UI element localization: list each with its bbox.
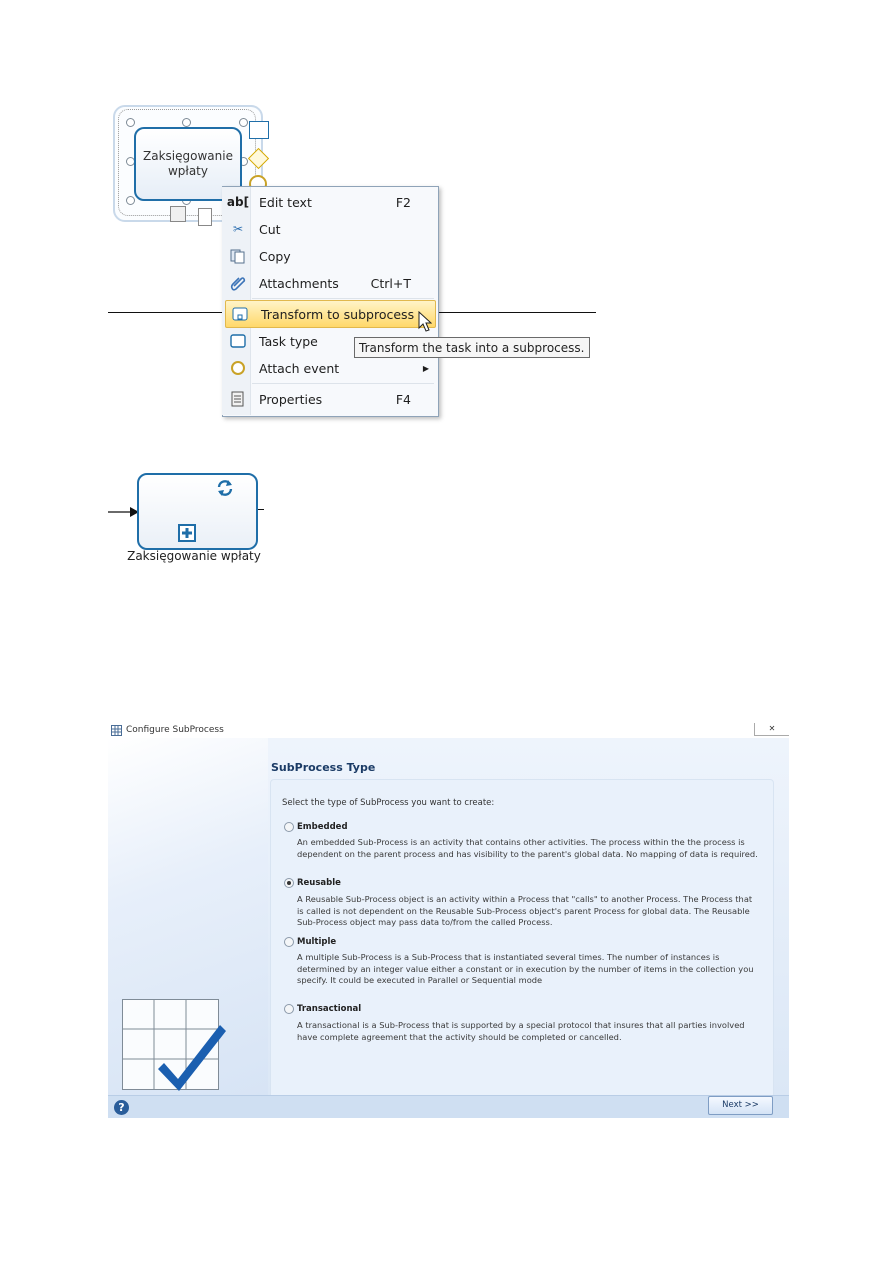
radio-multiple[interactable]	[284, 937, 294, 947]
help-icon[interactable]: ?	[114, 1100, 129, 1115]
quick-add-document-icon[interactable]	[198, 208, 212, 226]
submenu-arrow-icon: ▶	[422, 363, 429, 373]
option-label: Multiple	[297, 937, 337, 947]
subprocess-label: Zaksięgowanie wpłaty	[127, 549, 261, 563]
option-label: Transactional	[297, 1004, 362, 1014]
menu-item-label: Cut	[259, 221, 281, 237]
menu-item-shortcut: F2	[395, 194, 411, 210]
option-description: A Reusable Sub-Process object is an acti…	[297, 894, 753, 927]
menu-separator	[252, 298, 434, 299]
resize-handle[interactable]	[239, 118, 248, 127]
option-multiple[interactable]: Multiple	[284, 937, 336, 947]
option-description: An embedded Sub-Process is an activity t…	[297, 837, 758, 859]
radio-embedded[interactable]	[284, 822, 294, 832]
expand-plus-icon[interactable]	[178, 524, 196, 546]
close-button[interactable]: ✕	[754, 723, 789, 736]
option-label: Reusable	[297, 878, 341, 888]
scissors-icon: ✂	[232, 222, 244, 236]
menu-item-label: Transform to subprocess	[261, 306, 415, 322]
option-reusable[interactable]: Reusable	[284, 878, 341, 888]
resize-handle[interactable]	[126, 118, 135, 127]
paperclip-icon	[228, 274, 248, 292]
menu-item-transform-to-subprocess[interactable]: Transform to subprocess	[225, 300, 436, 328]
loop-icon	[215, 478, 235, 502]
dialog-footer	[108, 1095, 789, 1118]
event-circle-icon	[228, 359, 248, 377]
option-embedded[interactable]: Embedded	[284, 822, 348, 832]
resize-handle[interactable]	[126, 196, 135, 205]
menu-item-label: Edit text	[259, 194, 312, 210]
option-transactional[interactable]: Transactional	[284, 1004, 361, 1014]
menu-item-attachments[interactable]: Attachments Ctrl+T	[224, 270, 435, 296]
menu-item-label: Attach event	[259, 360, 340, 376]
menu-item-label: Properties	[259, 391, 323, 407]
menu-item-label: Copy	[259, 248, 291, 264]
dialog-titlebar: Configure SubProcess	[108, 723, 789, 738]
reusable-subprocess-node[interactable]	[137, 473, 258, 550]
sequence-flow-line-left	[108, 312, 223, 313]
menu-separator	[252, 383, 434, 384]
menu-item-edit-text[interactable]: ab[ Edit text F2	[224, 189, 435, 215]
menu-item-shortcut: F4	[395, 391, 411, 407]
quick-add-task-icon[interactable]	[249, 121, 269, 139]
quick-add-annotation-icon[interactable]	[170, 206, 186, 222]
task-label: Zaksięgowanie wpłaty	[143, 149, 233, 178]
incoming-flow-arrow	[108, 503, 140, 522]
next-button[interactable]: Next >>	[708, 1096, 773, 1115]
sequence-flow-line-right	[436, 312, 596, 313]
radio-reusable[interactable]	[284, 878, 294, 888]
menu-item-cut[interactable]: ✂ Cut	[224, 216, 435, 242]
option-description: A transactional is a Sub-Process that is…	[297, 1020, 745, 1042]
menu-item-label: Attachments	[259, 275, 339, 291]
copy-icon	[228, 247, 248, 265]
section-heading: SubProcess Type	[271, 761, 376, 774]
ab-text-icon: ab[	[226, 195, 250, 209]
menu-item-copy[interactable]: Copy	[224, 243, 435, 269]
configure-subprocess-dialog: Configure SubProcess ✕ SubProcess Type S…	[108, 723, 789, 1118]
checklist-grid-icon	[122, 999, 232, 1099]
mouse-pointer-icon	[418, 310, 433, 337]
option-description: A multiple Sub-Process is a Sub-Process …	[297, 952, 754, 985]
properties-icon	[228, 390, 248, 408]
prompt-text: Select the type of SubProcess you want t…	[282, 798, 495, 808]
resize-handle[interactable]	[182, 118, 191, 127]
option-label: Embedded	[297, 822, 348, 832]
menu-item-properties[interactable]: Properties F4	[224, 386, 435, 412]
subprocess-icon	[230, 305, 250, 323]
dialog-title: Configure SubProcess	[126, 725, 224, 735]
menu-item-shortcut: Ctrl+T	[370, 275, 411, 291]
task-square-icon	[228, 332, 248, 350]
tooltip: Transform the task into a subprocess.	[354, 337, 590, 358]
radio-transactional[interactable]	[284, 1004, 294, 1014]
